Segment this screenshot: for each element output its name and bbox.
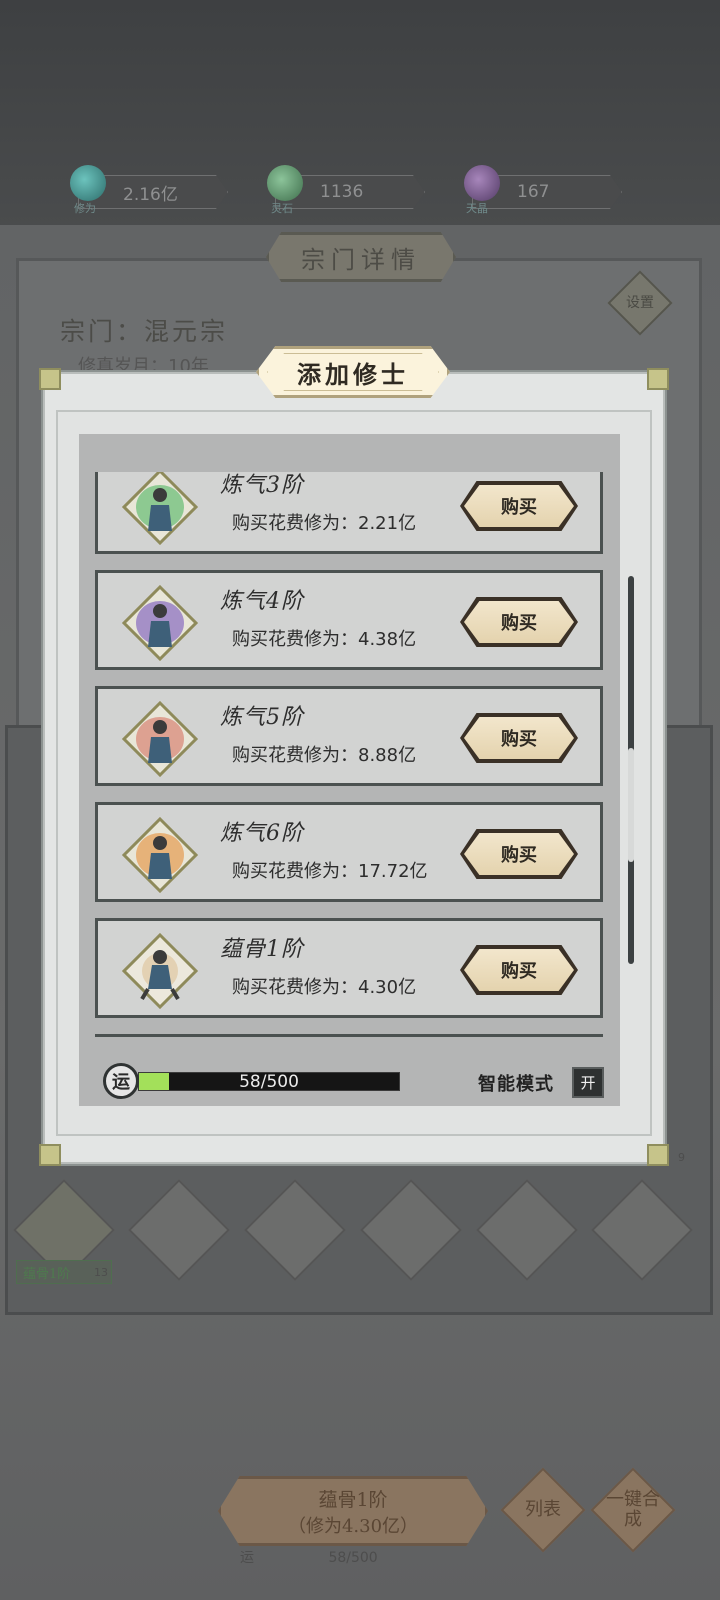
luck-icon: 运 (103, 1063, 139, 1099)
cultivator-portrait-icon (122, 472, 198, 545)
resource-cultivation-value: 2.16亿 (123, 184, 178, 205)
cultivator-portrait-icon (122, 933, 198, 1009)
modal-corner (647, 368, 669, 390)
sect-name: 宗门：混元宗 (60, 317, 229, 346)
buy-button-label: 购买 (464, 485, 574, 527)
resource-sky-crystal-value: 167 (517, 182, 550, 202)
buy-button-label: 购买 (464, 717, 574, 759)
cultivator-cost: 购买花费修为：8.88亿 (232, 745, 417, 766)
list-scrollbar-thumb[interactable] (628, 748, 634, 862)
resource-spirit-stone-label: 灵石 (271, 202, 293, 215)
modal-corner (39, 1144, 61, 1166)
smart-mode-toggle[interactable]: 开 (572, 1067, 604, 1098)
settings-label: 设置 (626, 295, 654, 311)
cultivator-card (95, 1034, 603, 1037)
bottom-luck-text: 58/500 (328, 1550, 378, 1566)
spirit-stone-icon (267, 165, 303, 201)
modal-title: 添加修士 (267, 353, 439, 391)
sky-crystal-icon (464, 165, 500, 201)
buy-button[interactable]: 购买 (460, 481, 578, 531)
cultivator-rank: 炼气5阶 (220, 705, 304, 730)
resource-cultivation-label: 修为 (74, 202, 96, 215)
luck-progress-bar: 58/500 (138, 1071, 400, 1092)
buy-button-label: 购买 (464, 949, 574, 991)
modal-corner (647, 1144, 669, 1166)
cultivator-card: 蕴骨1阶 购买花费修为：4.30亿 购买 (95, 918, 603, 1018)
resource-sky-crystal-label: 天晶 (466, 202, 488, 215)
cultivator-list[interactable]: 炼气3阶 购买花费修为：2.21亿 购买 炼气4阶 购买花费修为：4.38亿 购… (95, 472, 605, 1037)
buy-button[interactable]: 购买 (460, 829, 578, 879)
summon-cost: （修为4.30亿） (287, 1515, 419, 1537)
cultivator-rank: 蕴骨1阶 (220, 937, 304, 962)
cultivator-card: 炼气3阶 购买花费修为：2.21亿 购买 (95, 472, 603, 554)
cultivator-portrait-icon (122, 701, 198, 777)
modal-title-plate: 添加修士 (256, 346, 450, 398)
cultivator-cost: 购买花费修为：4.30亿 (232, 977, 417, 998)
luck-progress-text: 58/500 (239, 1071, 299, 1092)
sect-details-title: 宗门详情 (266, 232, 456, 282)
buy-button[interactable]: 购买 (460, 945, 578, 995)
cultivator-cost: 购买花费修为：4.38亿 (232, 629, 417, 650)
cultivator-card: 炼气6阶 购买花费修为：17.72亿 购买 (95, 802, 603, 902)
buy-button-label: 购买 (464, 601, 574, 643)
cultivator-card: 炼气5阶 购买花费修为：8.88亿 购买 (95, 686, 603, 786)
smart-mode-label: 智能模式 (478, 1074, 554, 1095)
list-label: 列表 (525, 1499, 561, 1520)
buy-button-label: 购买 (464, 833, 574, 875)
buy-button[interactable]: 购买 (460, 713, 578, 763)
cultivator-rank: 炼气6阶 (220, 821, 304, 846)
bottom-luck-icon: 运 (240, 1550, 254, 1566)
cultivator-portrait-icon (122, 585, 198, 661)
cultivator-rank: 炼气3阶 (220, 473, 304, 498)
modal-corner (39, 368, 61, 390)
resource-spirit-stone-value: 1136 (320, 182, 364, 202)
cultivation-orb-icon (70, 165, 106, 201)
auto-merge-label: 一键合成 (606, 1489, 660, 1530)
cultivator-cost: 购买花费修为：17.72亿 (232, 861, 428, 882)
bottom-luck-row: 运 58/500 (240, 1547, 440, 1566)
buy-button[interactable]: 购买 (460, 597, 578, 647)
summon-rank: 蕴骨1阶 (318, 1488, 388, 1511)
summon-button[interactable]: 蕴骨1阶 （修为4.30亿） (218, 1476, 488, 1546)
cultivator-rank: 炼气4阶 (220, 589, 304, 614)
cultivator-cost: 购买花费修为：2.21亿 (232, 513, 417, 534)
cultivator-portrait-icon (122, 817, 198, 893)
cultivator-card: 炼气4阶 购买花费修为：4.38亿 购买 (95, 570, 603, 670)
slot-count: 13 (94, 1266, 108, 1279)
side-number: 9 (678, 1151, 685, 1164)
